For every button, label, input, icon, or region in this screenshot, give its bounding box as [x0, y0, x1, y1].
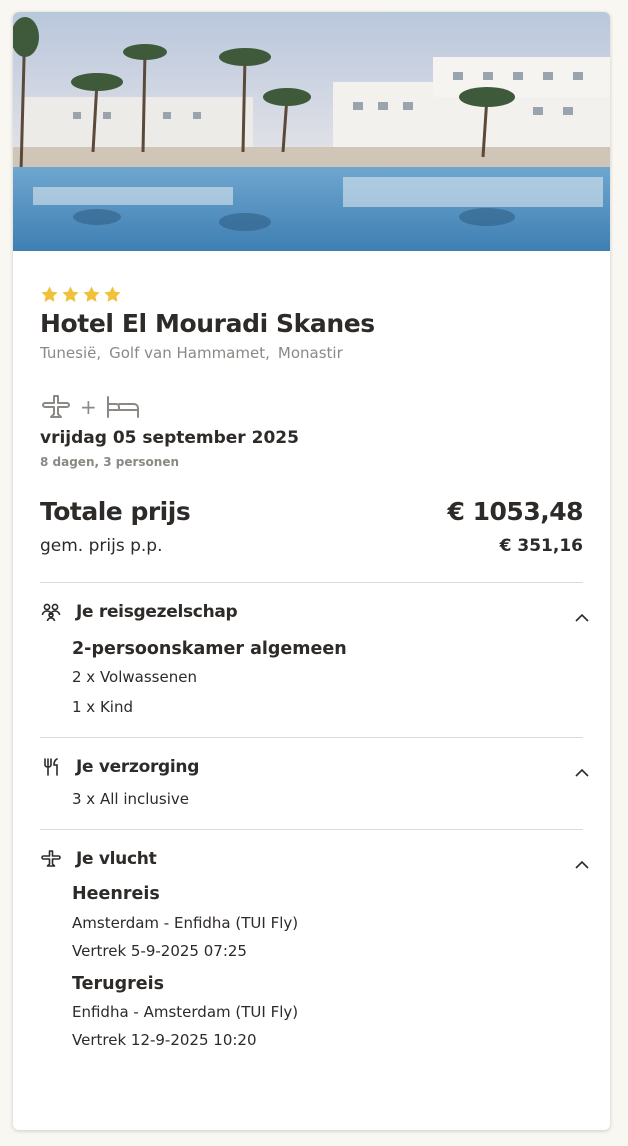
group-icon [40, 601, 62, 623]
outbound-title: Heenreis [72, 884, 160, 904]
outbound-route: Amsterdam - Enfidha (TUI Fly) [72, 914, 299, 932]
room-type: 2-persoonskamer algemeen [72, 639, 347, 659]
return-title: Terugreis [72, 974, 165, 994]
hotel-photo [13, 12, 610, 251]
star-icon [41, 286, 58, 302]
card-content: Hotel El Mouradi Skanes Tunesië Golf van… [40, 285, 589, 1049]
board-body: 3 x All inclusive [40, 790, 583, 808]
location-country: Tunesië [40, 344, 101, 362]
outbound-departure: Vertrek 5-9-2025 07:25 [72, 942, 247, 960]
plus-sign: + [80, 395, 97, 419]
party-children: 1 x Kind [72, 698, 133, 716]
board-title: Je verzorging [76, 757, 200, 777]
section-travel-party: Je reisgezelschap 2-persoonskamer algeme… [40, 582, 589, 737]
chevron-up-icon[interactable] [573, 764, 591, 782]
hotel-location: Tunesië Golf van Hammamet Monastir [40, 344, 583, 362]
price-per-person-row: gem. prijs p.p. € 351,16 [40, 536, 583, 556]
departure-date: vrijdag 05 september 2025 [40, 428, 299, 448]
travel-party-title: Je reisgezelschap [76, 602, 238, 622]
board-type: 3 x All inclusive [72, 790, 190, 808]
fork-knife-icon [40, 756, 62, 778]
travel-party-header[interactable]: Je reisgezelschap [40, 599, 583, 625]
price-pp-label: gem. prijs p.p. [40, 536, 163, 556]
location-city: Monastir [277, 344, 343, 362]
travel-party-body: 2-persoonskamer algemeen 2 x Volwassenen… [40, 639, 583, 716]
price-pp-value: € 351,16 [499, 536, 583, 556]
total-price-value: € 1053,48 [447, 497, 584, 526]
package-type: + [40, 392, 583, 422]
party-adults: 2 x Volwassenen [72, 668, 197, 686]
section-flight: Je vlucht Heenreis Amsterdam - Enfidha (… [40, 829, 589, 1049]
return-route: Enfidha - Amsterdam (TUI Fly) [72, 1003, 299, 1021]
plane-icon [42, 395, 70, 418]
return-departure: Vertrek 12-9-2025 10:20 [72, 1031, 257, 1049]
chevron-up-icon[interactable] [573, 609, 591, 627]
chevron-up-icon[interactable] [573, 856, 591, 874]
plane-icon [40, 848, 62, 870]
trip-summary: 8 dagen, 3 personen [40, 455, 180, 469]
flight-title: Je vlucht [76, 849, 157, 869]
bed-icon [106, 396, 139, 418]
board-header[interactable]: Je verzorging [40, 754, 583, 780]
section-board: Je verzorging 3 x All inclusive [40, 737, 589, 829]
star-icon [62, 286, 79, 302]
hotel-card: Hotel El Mouradi Skanes Tunesië Golf van… [13, 12, 610, 1130]
total-price-row: Totale prijs € 1053,48 [40, 497, 584, 526]
flight-header[interactable]: Je vlucht [40, 846, 583, 872]
flight-body: Heenreis Amsterdam - Enfidha (TUI Fly) V… [40, 884, 583, 1049]
hotel-name: Hotel El Mouradi Skanes [40, 309, 375, 338]
total-price-label: Totale prijs [40, 497, 191, 526]
star-icon [104, 286, 121, 302]
star-icon [83, 286, 100, 302]
star-rating [40, 285, 583, 305]
location-region: Golf van Hammamet [109, 344, 270, 362]
